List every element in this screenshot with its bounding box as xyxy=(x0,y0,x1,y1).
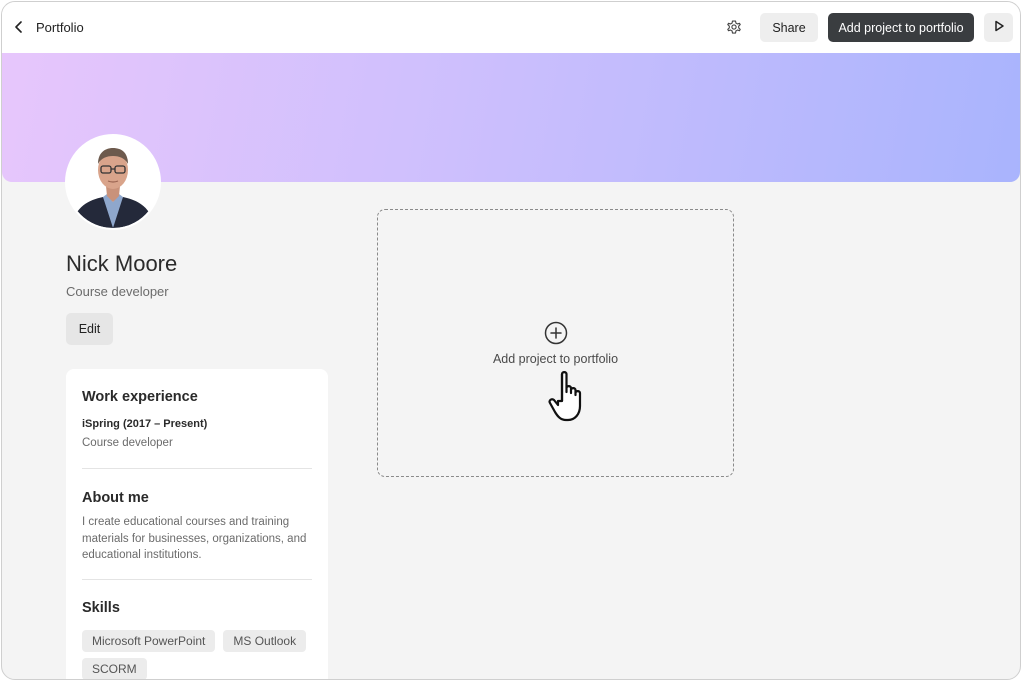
share-button[interactable]: Share xyxy=(760,13,818,42)
job-company: iSpring (2017 – Present) xyxy=(82,418,208,430)
chevron-left-icon xyxy=(12,20,26,34)
preview-button[interactable] xyxy=(984,13,1013,42)
skill-chip: Microsoft PowerPoint xyxy=(82,630,216,652)
divider xyxy=(82,579,312,580)
skills-title: Skills xyxy=(82,600,120,616)
profile-name: Nick Moore xyxy=(66,251,178,276)
profile-info-card: Work experience iSpring (2017 – Present)… xyxy=(66,369,328,679)
back-label: Portfolio xyxy=(36,19,84,35)
back-to-portfolio-link[interactable]: Portfolio xyxy=(12,16,84,38)
gear-icon[interactable] xyxy=(724,17,744,37)
dropzone-label: Add project to portfolio xyxy=(492,352,619,366)
edit-profile-button[interactable]: Edit xyxy=(66,313,113,345)
about-me-title: About me xyxy=(82,490,149,506)
add-project-dropzone[interactable]: Add project to portfolio xyxy=(377,209,734,477)
about-me-text: I create educational courses and trainin… xyxy=(82,516,307,561)
work-experience-title: Work experience xyxy=(82,389,198,405)
profile-role: Course developer xyxy=(66,284,169,299)
play-icon xyxy=(993,19,1005,37)
skills-list: Microsoft PowerPoint MS Outlook SCORM xyxy=(82,630,322,679)
hand-pointer-cursor-icon xyxy=(547,370,589,424)
job-role: Course developer xyxy=(82,437,173,449)
top-bar: Portfolio Share Add project to portfolio xyxy=(2,2,1020,54)
skill-chip: SCORM xyxy=(82,658,147,679)
divider xyxy=(82,468,312,469)
plus-circle-icon xyxy=(544,321,568,345)
app-window: Portfolio Share Add project to portfolio xyxy=(1,1,1021,680)
skill-chip: MS Outlook xyxy=(223,630,307,652)
avatar[interactable] xyxy=(65,134,161,230)
add-project-button[interactable]: Add project to portfolio xyxy=(828,13,974,42)
